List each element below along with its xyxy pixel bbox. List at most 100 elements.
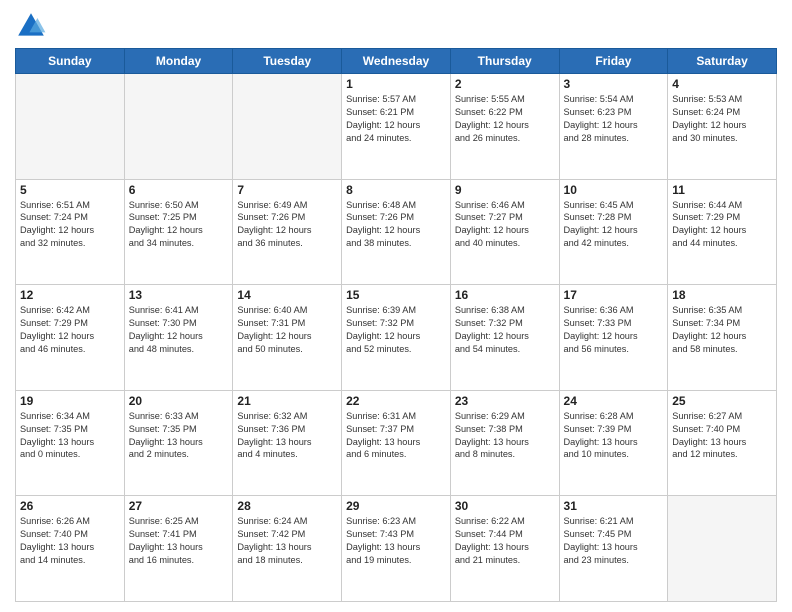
day-header-monday: Monday xyxy=(124,49,233,74)
day-number: 22 xyxy=(346,394,446,408)
day-number: 6 xyxy=(129,183,229,197)
page: SundayMondayTuesdayWednesdayThursdayFrid… xyxy=(0,0,792,612)
day-number: 25 xyxy=(672,394,772,408)
day-header-thursday: Thursday xyxy=(450,49,559,74)
day-info: Sunrise: 6:45 AM Sunset: 7:28 PM Dayligh… xyxy=(564,199,664,251)
day-info: Sunrise: 6:26 AM Sunset: 7:40 PM Dayligh… xyxy=(20,515,120,567)
day-info: Sunrise: 6:51 AM Sunset: 7:24 PM Dayligh… xyxy=(20,199,120,251)
day-info: Sunrise: 5:57 AM Sunset: 6:21 PM Dayligh… xyxy=(346,93,446,145)
calendar-cell: 5 Sunrise: 6:51 AM Sunset: 7:24 PM Daylig… xyxy=(16,179,125,285)
day-number: 2 xyxy=(455,77,555,91)
day-info: Sunrise: 6:50 AM Sunset: 7:25 PM Dayligh… xyxy=(129,199,229,251)
calendar-cell: 4Sunrise: 5:53 AM Sunset: 6:24 PM Daylig… xyxy=(668,74,777,180)
day-number: 16 xyxy=(455,288,555,302)
day-info: Sunrise: 6:25 AM Sunset: 7:41 PM Dayligh… xyxy=(129,515,229,567)
calendar-cell: 8 Sunrise: 6:48 AM Sunset: 7:26 PM Daylig… xyxy=(342,179,451,285)
day-number: 14 xyxy=(237,288,337,302)
day-info: Sunrise: 6:46 AM Sunset: 7:27 PM Dayligh… xyxy=(455,199,555,251)
calendar-cell: 1Sunrise: 5:57 AM Sunset: 6:21 PM Daylig… xyxy=(342,74,451,180)
calendar-week-5: 26 Sunrise: 6:26 AM Sunset: 7:40 PM Dayli… xyxy=(16,496,777,602)
calendar-week-4: 19 Sunrise: 6:34 AM Sunset: 7:35 PM Dayli… xyxy=(16,390,777,496)
day-header-wednesday: Wednesday xyxy=(342,49,451,74)
day-number: 30 xyxy=(455,499,555,513)
day-info: Sunrise: 6:29 AM Sunset: 7:38 PM Dayligh… xyxy=(455,410,555,462)
day-number: 21 xyxy=(237,394,337,408)
day-info: Sunrise: 6:41 AM Sunset: 7:30 PM Dayligh… xyxy=(129,304,229,356)
calendar-cell xyxy=(16,74,125,180)
calendar-cell: 7Sunrise: 6:49 AM Sunset: 7:26 PM Daylig… xyxy=(233,179,342,285)
day-number: 19 xyxy=(20,394,120,408)
day-info: Sunrise: 6:48 AM Sunset: 7:26 PM Dayligh… xyxy=(346,199,446,251)
day-number: 23 xyxy=(455,394,555,408)
day-info: Sunrise: 6:39 AM Sunset: 7:32 PM Dayligh… xyxy=(346,304,446,356)
calendar-cell xyxy=(668,496,777,602)
day-info: Sunrise: 5:55 AM Sunset: 6:22 PM Dayligh… xyxy=(455,93,555,145)
day-info: Sunrise: 6:33 AM Sunset: 7:35 PM Dayligh… xyxy=(129,410,229,462)
day-info: Sunrise: 6:49 AM Sunset: 7:26 PM Dayligh… xyxy=(237,199,337,251)
calendar-cell: 17 Sunrise: 6:36 AM Sunset: 7:33 PM Dayli… xyxy=(559,285,668,391)
day-info: Sunrise: 5:54 AM Sunset: 6:23 PM Dayligh… xyxy=(564,93,664,145)
day-number: 31 xyxy=(564,499,664,513)
day-info: Sunrise: 6:32 AM Sunset: 7:36 PM Dayligh… xyxy=(237,410,337,462)
day-header-tuesday: Tuesday xyxy=(233,49,342,74)
calendar-header-row: SundayMondayTuesdayWednesdayThursdayFrid… xyxy=(16,49,777,74)
day-number: 27 xyxy=(129,499,229,513)
day-info: Sunrise: 6:40 AM Sunset: 7:31 PM Dayligh… xyxy=(237,304,337,356)
calendar-cell: 27 Sunrise: 6:25 AM Sunset: 7:41 PM Dayli… xyxy=(124,496,233,602)
day-info: Sunrise: 6:44 AM Sunset: 7:29 PM Dayligh… xyxy=(672,199,772,251)
calendar-week-1: 1Sunrise: 5:57 AM Sunset: 6:21 PM Daylig… xyxy=(16,74,777,180)
day-info: Sunrise: 6:38 AM Sunset: 7:32 PM Dayligh… xyxy=(455,304,555,356)
day-info: Sunrise: 6:35 AM Sunset: 7:34 PM Dayligh… xyxy=(672,304,772,356)
day-number: 28 xyxy=(237,499,337,513)
day-info: Sunrise: 6:31 AM Sunset: 7:37 PM Dayligh… xyxy=(346,410,446,462)
calendar-cell: 9 Sunrise: 6:46 AM Sunset: 7:27 PM Daylig… xyxy=(450,179,559,285)
day-number: 12 xyxy=(20,288,120,302)
day-header-saturday: Saturday xyxy=(668,49,777,74)
day-info: Sunrise: 6:22 AM Sunset: 7:44 PM Dayligh… xyxy=(455,515,555,567)
calendar-table: SundayMondayTuesdayWednesdayThursdayFrid… xyxy=(15,48,777,602)
day-info: Sunrise: 6:28 AM Sunset: 7:39 PM Dayligh… xyxy=(564,410,664,462)
calendar-cell: 19 Sunrise: 6:34 AM Sunset: 7:35 PM Dayli… xyxy=(16,390,125,496)
calendar-cell: 20 Sunrise: 6:33 AM Sunset: 7:35 PM Dayli… xyxy=(124,390,233,496)
calendar-cell: 29Sunrise: 6:23 AM Sunset: 7:43 PM Dayli… xyxy=(342,496,451,602)
day-info: Sunrise: 6:36 AM Sunset: 7:33 PM Dayligh… xyxy=(564,304,664,356)
calendar-cell: 26 Sunrise: 6:26 AM Sunset: 7:40 PM Dayli… xyxy=(16,496,125,602)
day-info: Sunrise: 6:34 AM Sunset: 7:35 PM Dayligh… xyxy=(20,410,120,462)
calendar-week-3: 12 Sunrise: 6:42 AM Sunset: 7:29 PM Dayli… xyxy=(16,285,777,391)
day-info: Sunrise: 6:42 AM Sunset: 7:29 PM Dayligh… xyxy=(20,304,120,356)
calendar-cell: 3Sunrise: 5:54 AM Sunset: 6:23 PM Daylig… xyxy=(559,74,668,180)
calendar-cell: 16 Sunrise: 6:38 AM Sunset: 7:32 PM Dayli… xyxy=(450,285,559,391)
calendar-cell: 14 Sunrise: 6:40 AM Sunset: 7:31 PM Dayli… xyxy=(233,285,342,391)
header xyxy=(15,10,777,42)
day-number: 13 xyxy=(129,288,229,302)
day-number: 8 xyxy=(346,183,446,197)
day-number: 18 xyxy=(672,288,772,302)
day-info: Sunrise: 6:23 AM Sunset: 7:43 PM Dayligh… xyxy=(346,515,446,567)
day-number: 26 xyxy=(20,499,120,513)
day-header-sunday: Sunday xyxy=(16,49,125,74)
day-number: 5 xyxy=(20,183,120,197)
calendar-cell: 25Sunrise: 6:27 AM Sunset: 7:40 PM Dayli… xyxy=(668,390,777,496)
calendar-cell: 11Sunrise: 6:44 AM Sunset: 7:29 PM Dayli… xyxy=(668,179,777,285)
calendar-cell: 6 Sunrise: 6:50 AM Sunset: 7:25 PM Daylig… xyxy=(124,179,233,285)
day-info: Sunrise: 6:24 AM Sunset: 7:42 PM Dayligh… xyxy=(237,515,337,567)
logo-icon xyxy=(15,10,47,42)
day-info: Sunrise: 5:53 AM Sunset: 6:24 PM Dayligh… xyxy=(672,93,772,145)
day-header-friday: Friday xyxy=(559,49,668,74)
day-number: 9 xyxy=(455,183,555,197)
calendar-cell xyxy=(233,74,342,180)
calendar-cell: 31 Sunrise: 6:21 AM Sunset: 7:45 PM Dayli… xyxy=(559,496,668,602)
day-number: 17 xyxy=(564,288,664,302)
day-number: 20 xyxy=(129,394,229,408)
day-info: Sunrise: 6:21 AM Sunset: 7:45 PM Dayligh… xyxy=(564,515,664,567)
calendar-cell: 22 Sunrise: 6:31 AM Sunset: 7:37 PM Dayli… xyxy=(342,390,451,496)
calendar-cell: 21 Sunrise: 6:32 AM Sunset: 7:36 PM Dayli… xyxy=(233,390,342,496)
calendar-cell: 30 Sunrise: 6:22 AM Sunset: 7:44 PM Dayli… xyxy=(450,496,559,602)
calendar-cell: 28 Sunrise: 6:24 AM Sunset: 7:42 PM Dayli… xyxy=(233,496,342,602)
calendar-cell: 15Sunrise: 6:39 AM Sunset: 7:32 PM Dayli… xyxy=(342,285,451,391)
calendar-cell: 18 Sunrise: 6:35 AM Sunset: 7:34 PM Dayli… xyxy=(668,285,777,391)
day-number: 24 xyxy=(564,394,664,408)
calendar-cell: 2 Sunrise: 5:55 AM Sunset: 6:22 PM Daylig… xyxy=(450,74,559,180)
logo xyxy=(15,10,51,42)
calendar-week-2: 5 Sunrise: 6:51 AM Sunset: 7:24 PM Daylig… xyxy=(16,179,777,285)
